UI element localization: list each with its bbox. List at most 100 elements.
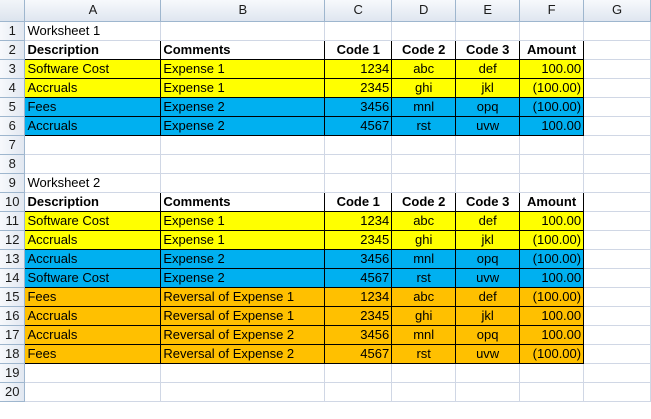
cell-f17[interactable]: 100.00 bbox=[519, 324, 585, 345]
column-header-e[interactable]: E bbox=[455, 0, 521, 22]
cell-c4[interactable]: 2345 bbox=[324, 77, 393, 98]
cell-c8[interactable] bbox=[324, 154, 393, 174]
cell-g19[interactable] bbox=[583, 363, 651, 383]
cell-g2[interactable] bbox=[583, 40, 651, 60]
cell-d12[interactable]: ghi bbox=[391, 229, 457, 250]
cell-d18[interactable]: rst bbox=[391, 343, 457, 364]
cell-c5[interactable]: 3456 bbox=[324, 96, 393, 117]
row-header-10[interactable]: 10 bbox=[0, 192, 26, 212]
cell-b4[interactable]: Expense 1 bbox=[160, 77, 326, 98]
cell-a12[interactable]: Accruals bbox=[24, 229, 162, 250]
cell-g12[interactable] bbox=[583, 230, 651, 250]
row-header-4[interactable]: 4 bbox=[0, 78, 26, 98]
cell-e15[interactable]: def bbox=[455, 286, 521, 307]
cell-f11[interactable]: 100.00 bbox=[519, 210, 585, 231]
row-header-9[interactable]: 9 bbox=[0, 173, 26, 193]
cell-c19[interactable] bbox=[324, 363, 393, 383]
cell-f9[interactable] bbox=[519, 173, 585, 193]
cell-a16[interactable]: Accruals bbox=[24, 305, 162, 326]
cell-a2[interactable]: Description bbox=[24, 39, 162, 60]
row-header-8[interactable]: 8 bbox=[0, 154, 26, 174]
cell-f15[interactable]: (100.00) bbox=[519, 286, 585, 307]
cell-b9[interactable] bbox=[160, 173, 326, 193]
cell-a20[interactable] bbox=[24, 382, 162, 402]
cell-f7[interactable] bbox=[519, 135, 585, 155]
cell-e5[interactable]: opq bbox=[455, 96, 521, 117]
cell-g8[interactable] bbox=[583, 154, 651, 174]
cell-f20[interactable] bbox=[519, 382, 585, 402]
row-header-1[interactable]: 1 bbox=[0, 21, 26, 41]
cell-b3[interactable]: Expense 1 bbox=[160, 58, 326, 79]
row-header-3[interactable]: 3 bbox=[0, 59, 26, 79]
cell-e16[interactable]: jkl bbox=[455, 305, 521, 326]
row-header-7[interactable]: 7 bbox=[0, 135, 26, 155]
cell-e7[interactable] bbox=[455, 135, 521, 155]
cell-d16[interactable]: ghi bbox=[391, 305, 457, 326]
cell-g5[interactable] bbox=[583, 97, 651, 117]
cell-b16[interactable]: Reversal of Expense 1 bbox=[160, 305, 326, 326]
cell-d4[interactable]: ghi bbox=[391, 77, 457, 98]
cell-d6[interactable]: rst bbox=[391, 115, 457, 136]
cell-g14[interactable] bbox=[583, 268, 651, 288]
cell-f19[interactable] bbox=[519, 363, 585, 383]
cell-a10[interactable]: Description bbox=[24, 191, 162, 212]
cell-d17[interactable]: mnl bbox=[391, 324, 457, 345]
cell-c9[interactable] bbox=[324, 173, 393, 193]
cell-b13[interactable]: Expense 2 bbox=[160, 248, 326, 269]
cell-a5[interactable]: Fees bbox=[24, 96, 162, 117]
cell-b10[interactable]: Comments bbox=[160, 191, 326, 212]
cell-f10[interactable]: Amount bbox=[519, 191, 585, 212]
cell-d14[interactable]: rst bbox=[391, 267, 457, 288]
cell-g7[interactable] bbox=[583, 135, 651, 155]
cell-f14[interactable]: 100.00 bbox=[519, 267, 585, 288]
cell-c12[interactable]: 2345 bbox=[324, 229, 393, 250]
cell-e19[interactable] bbox=[455, 363, 521, 383]
cell-c3[interactable]: 1234 bbox=[324, 58, 393, 79]
cell-a19[interactable] bbox=[24, 363, 162, 383]
cell-g20[interactable] bbox=[583, 382, 651, 402]
cell-f16[interactable]: 100.00 bbox=[519, 305, 585, 326]
column-header-c[interactable]: C bbox=[324, 0, 393, 22]
cell-f3[interactable]: 100.00 bbox=[519, 58, 585, 79]
cell-d8[interactable] bbox=[391, 154, 457, 174]
cell-e6[interactable]: uvw bbox=[455, 115, 521, 136]
cell-d13[interactable]: mnl bbox=[391, 248, 457, 269]
cell-g1[interactable] bbox=[583, 21, 651, 41]
cell-e2[interactable]: Code 3 bbox=[455, 39, 521, 60]
cell-f18[interactable]: (100.00) bbox=[519, 343, 585, 364]
cell-a9-worksheet-title[interactable]: Worksheet 2 bbox=[24, 173, 162, 193]
cell-f4[interactable]: (100.00) bbox=[519, 77, 585, 98]
cell-d15[interactable]: abc bbox=[391, 286, 457, 307]
cell-c18[interactable]: 4567 bbox=[324, 343, 393, 364]
cell-e4[interactable]: jkl bbox=[455, 77, 521, 98]
cell-b2[interactable]: Comments bbox=[160, 39, 326, 60]
cell-a15[interactable]: Fees bbox=[24, 286, 162, 307]
row-header-14[interactable]: 14 bbox=[0, 268, 26, 288]
cell-d20[interactable] bbox=[391, 382, 457, 402]
cell-e10[interactable]: Code 3 bbox=[455, 191, 521, 212]
cell-f13[interactable]: (100.00) bbox=[519, 248, 585, 269]
cell-b1[interactable] bbox=[160, 21, 326, 41]
cell-f12[interactable]: (100.00) bbox=[519, 229, 585, 250]
cell-a13[interactable]: Accruals bbox=[24, 248, 162, 269]
cell-g15[interactable] bbox=[583, 287, 651, 307]
cell-c10[interactable]: Code 1 bbox=[324, 191, 393, 212]
cell-e18[interactable]: uvw bbox=[455, 343, 521, 364]
cell-a7[interactable] bbox=[24, 135, 162, 155]
cell-g6[interactable] bbox=[583, 116, 651, 136]
column-header-a[interactable]: A bbox=[24, 0, 162, 22]
cell-g3[interactable] bbox=[583, 59, 651, 79]
row-header-18[interactable]: 18 bbox=[0, 344, 26, 364]
cell-d1[interactable] bbox=[391, 21, 457, 41]
cell-b15[interactable]: Reversal of Expense 1 bbox=[160, 286, 326, 307]
column-header-b[interactable]: B bbox=[160, 0, 326, 22]
cell-g9[interactable] bbox=[583, 173, 651, 193]
cell-c11[interactable]: 1234 bbox=[324, 210, 393, 231]
cell-g17[interactable] bbox=[583, 325, 651, 345]
cell-d5[interactable]: mnl bbox=[391, 96, 457, 117]
cell-e1[interactable] bbox=[455, 21, 521, 41]
cell-f8[interactable] bbox=[519, 154, 585, 174]
cell-a3[interactable]: Software Cost bbox=[24, 58, 162, 79]
cell-g10[interactable] bbox=[583, 192, 651, 212]
cell-c7[interactable] bbox=[324, 135, 393, 155]
